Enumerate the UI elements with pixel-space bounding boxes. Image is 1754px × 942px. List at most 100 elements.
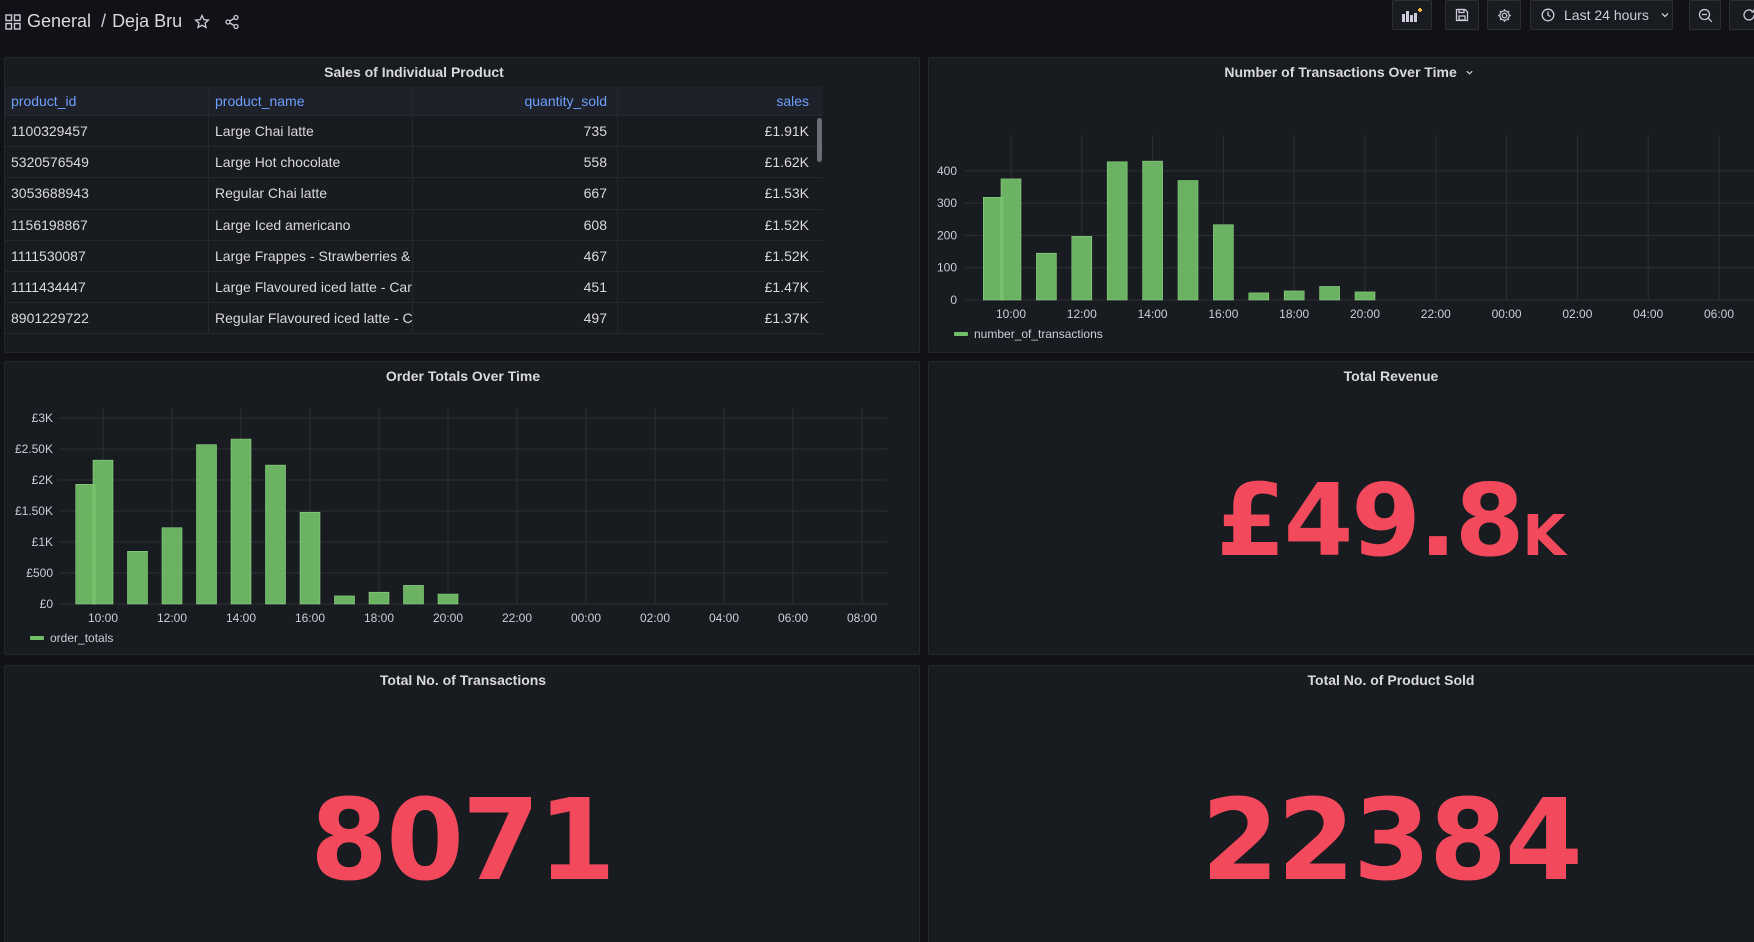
- column-header-quantity-sold[interactable]: quantity_sold: [413, 87, 618, 115]
- cell-product-id: 1111530087: [5, 240, 209, 271]
- table-row: 1156198867 Large Iced americano 608 £1.52K: [5, 209, 823, 241]
- x-tick-label: 18:00: [364, 611, 394, 625]
- panel-title: Sales of Individual Product: [324, 64, 504, 80]
- x-tick-label: 06:00: [778, 611, 808, 625]
- bar: [1036, 252, 1057, 301]
- y-tick-label: 0: [950, 293, 957, 307]
- cell-quantity-sold: 558: [413, 147, 618, 178]
- bar: [1142, 160, 1163, 301]
- dashboards-grid-icon[interactable]: [5, 13, 21, 30]
- x-tick-label: 22:00: [502, 611, 532, 625]
- x-tick-label: 02:00: [1562, 307, 1592, 321]
- breadcrumb-dashboard[interactable]: Deja Bru: [112, 11, 182, 32]
- y-tick-label: 400: [937, 164, 957, 178]
- clock-icon: [1541, 8, 1555, 22]
- cell-sales: £1.53K: [764, 185, 809, 202]
- panel-title: Total No. of Product Sold: [1307, 672, 1475, 688]
- total-revenue-panel: Total Revenue £49.8K: [928, 361, 1754, 655]
- cell-product-id: 1156198867: [5, 209, 209, 240]
- bar: [92, 459, 114, 605]
- chart-legend[interactable]: number_of_transactions: [954, 327, 1103, 341]
- dashboard-settings-button[interactable]: [1487, 0, 1521, 30]
- refresh-button[interactable]: [1729, 0, 1754, 30]
- table-row: 5320576549 Large Hot chocolate 558 £1.62K: [5, 147, 823, 179]
- orders-chart-panel: Order Totals Over Time £0 £500 £1K £1.50K £2…: [4, 361, 920, 655]
- table-row: 1100329457 Large Chai latte 735 £1.91K: [5, 116, 823, 148]
- x-tick-label: 04:00: [1633, 307, 1663, 321]
- revenue-amount: £49.8: [1216, 462, 1524, 579]
- x-tick-label: 20:00: [1350, 307, 1380, 321]
- legend-label: order_totals: [50, 631, 114, 645]
- total-transactions-value: 8071: [310, 776, 616, 906]
- sales-table: product_id product_name quantity_sold sa…: [5, 87, 823, 335]
- cell-quantity-sold: 451: [413, 271, 618, 303]
- cell-product-name: Large Flavoured iced latte - Cara...: [209, 271, 413, 303]
- y-tick-label: 200: [937, 228, 957, 242]
- cell-product-id: 8901229722: [5, 303, 209, 334]
- x-tick-label: 12:00: [1067, 307, 1097, 321]
- add-panel-button[interactable]: [1392, 0, 1432, 30]
- x-tick-label: 18:00: [1279, 307, 1309, 321]
- panel-title: Total Revenue: [1343, 368, 1439, 384]
- cell-sales: £1.47K: [764, 279, 809, 296]
- x-tick-label: 00:00: [1492, 307, 1522, 321]
- time-range-label: Last 24 hours: [1564, 7, 1649, 23]
- cell-sales: £1.62K: [764, 154, 809, 171]
- column-header-sales[interactable]: sales: [618, 87, 823, 115]
- zoom-out-icon: [1698, 8, 1713, 23]
- cell-sales: £1.52K: [764, 216, 809, 233]
- time-range-picker[interactable]: Last 24 hours: [1530, 0, 1673, 30]
- share-icon[interactable]: [224, 14, 240, 30]
- column-header-product-id[interactable]: product_id: [5, 87, 209, 115]
- total-revenue-value: £49.8K: [929, 466, 1754, 592]
- bar: [982, 197, 1004, 301]
- bar: [334, 595, 355, 605]
- y-tick-label: £0: [40, 597, 54, 611]
- cell-product-name: Large Frappes - Strawberries & ...: [209, 240, 413, 271]
- y-tick-label: £1K: [32, 535, 53, 549]
- revenue-unit: K: [1522, 504, 1566, 569]
- total-products-sold-panel: Total No. of Product Sold 22384: [928, 665, 1754, 942]
- sales-table-panel: Sales of Individual Product product_id p…: [4, 57, 920, 353]
- legend-swatch: [30, 636, 44, 640]
- table-scrollbar[interactable]: [817, 118, 822, 162]
- table-row: 3053688943 Regular Chai latte 667 £1.53K: [5, 178, 823, 210]
- bar: [299, 511, 321, 605]
- star-icon[interactable]: [194, 13, 211, 30]
- legend-swatch: [954, 332, 968, 336]
- save-dashboard-button[interactable]: [1445, 0, 1479, 30]
- breadcrumb-folder[interactable]: General: [27, 11, 91, 32]
- transactions-chart-panel: Number of Transactions Over Time 0 100 200…: [928, 57, 1754, 353]
- table-row: 1111434447 Large Flavoured iced latte - C…: [5, 271, 823, 304]
- cell-product-name: Large Chai latte: [209, 116, 413, 147]
- cell-sales: £1.52K: [764, 247, 809, 264]
- legend-label: number_of_transactions: [974, 327, 1103, 341]
- zoom-out-button[interactable]: [1689, 0, 1721, 30]
- x-tick-label: 22:00: [1421, 307, 1451, 321]
- cell-product-name: Large Iced americano: [209, 209, 413, 240]
- cell-product-name: Regular Flavoured iced latte - Ca...: [209, 303, 413, 334]
- y-tick-label: £500: [26, 566, 53, 580]
- column-header-product-name[interactable]: product_name: [209, 87, 413, 115]
- transactions-bar-chart: 0 100 200 300 400 10:00 12:00 14:00 16:00 18:00 20…: [937, 135, 1754, 321]
- total-transactions-panel: Total No. of Transactions 8071: [4, 665, 920, 942]
- y-tick-label: £2K: [32, 473, 53, 487]
- bar: [196, 444, 217, 605]
- bar: [1106, 161, 1128, 301]
- x-tick-label: 20:00: [433, 611, 463, 625]
- x-tick-label: 10:00: [88, 611, 118, 625]
- gear-icon: [1497, 8, 1512, 23]
- breadcrumb: General / Deja Bru: [5, 11, 240, 32]
- x-tick-label: 16:00: [1208, 307, 1238, 321]
- cell-product-name: Large Hot chocolate: [209, 147, 413, 178]
- bar: [1319, 286, 1340, 301]
- cell-product-id: 3053688943: [5, 178, 209, 209]
- bar: [1071, 236, 1093, 301]
- bar: [161, 527, 183, 605]
- bar: [1248, 292, 1270, 301]
- chart-legend[interactable]: order_totals: [30, 631, 113, 645]
- bar: [437, 593, 459, 605]
- cell-product-name: Regular Chai latte: [209, 178, 413, 209]
- cell-quantity-sold: 497: [413, 303, 618, 334]
- x-tick-label: 08:00: [847, 611, 877, 625]
